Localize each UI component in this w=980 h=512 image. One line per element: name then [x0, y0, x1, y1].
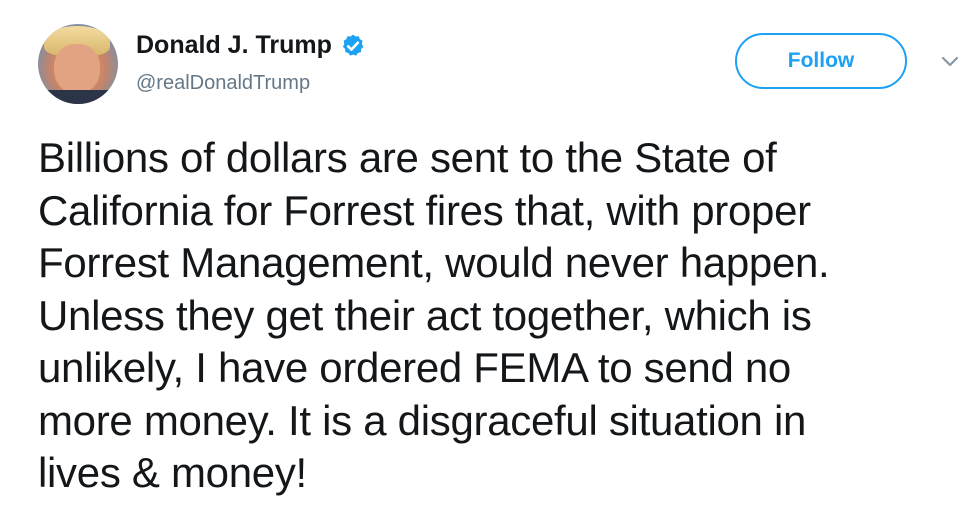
verified-badge-icon	[342, 34, 364, 56]
chevron-down-icon[interactable]	[940, 55, 960, 69]
tweet-card: Donald J. Trump @realDonaldTrump Follow …	[0, 0, 980, 512]
avatar-suit	[38, 90, 118, 104]
author-handle[interactable]: @realDonaldTrump	[136, 72, 310, 95]
author-display-name[interactable]: Donald J. Trump	[136, 31, 332, 60]
author-avatar[interactable]	[38, 24, 118, 104]
author-name-row: Donald J. Trump	[136, 31, 366, 60]
tweet-text: Billions of dollars are sent to the Stat…	[38, 134, 830, 496]
avatar-face	[54, 44, 100, 94]
follow-button[interactable]: Follow	[735, 33, 907, 89]
